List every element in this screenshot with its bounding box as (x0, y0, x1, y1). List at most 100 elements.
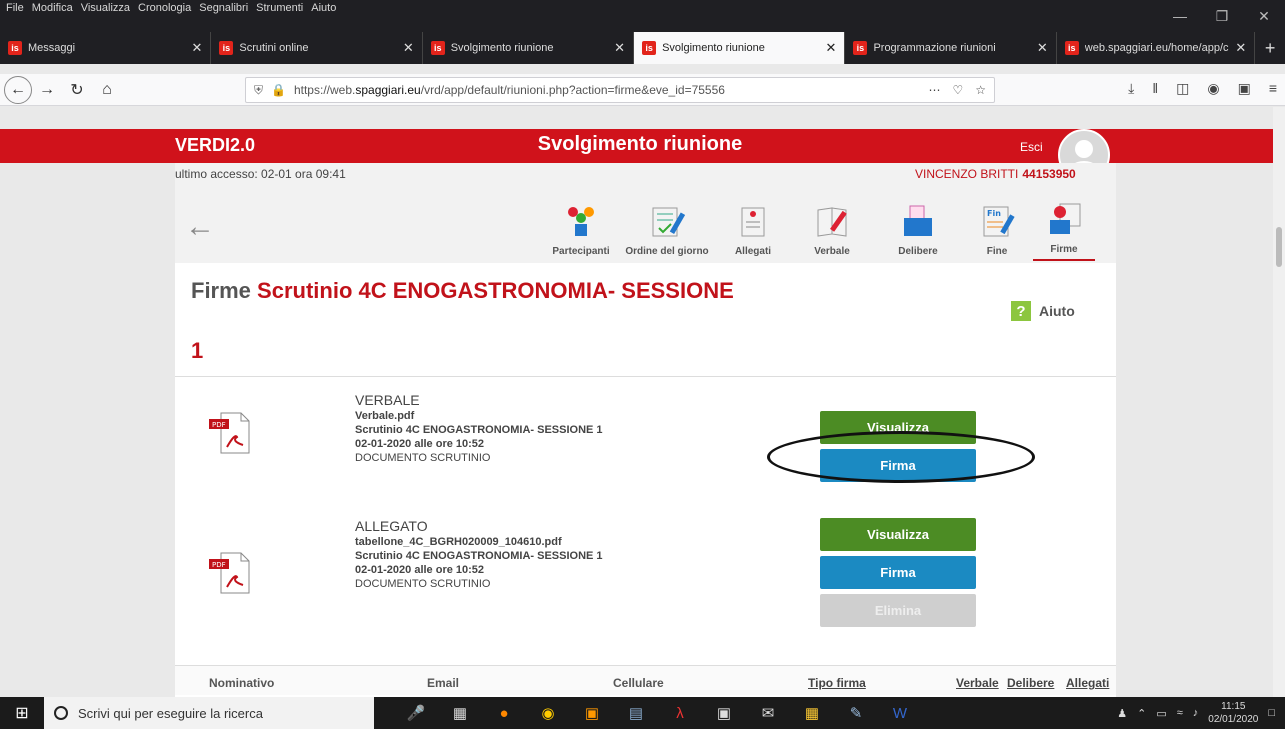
people-icon[interactable]: ♟ (1117, 707, 1127, 720)
nav-allegati[interactable]: Allegati (717, 193, 789, 261)
page-scrollbar[interactable] (1273, 107, 1285, 697)
taskbar-search[interactable]: Scrivi qui per eseguire la ricerca (44, 697, 374, 729)
close-tab-icon[interactable]: ✕ (1037, 40, 1048, 56)
menu-modifica[interactable]: Modifica (32, 2, 73, 14)
page-actions-icon[interactable]: ⋯ (928, 83, 940, 97)
battery-icon[interactable]: ▭ (1156, 707, 1166, 720)
acrobat-icon[interactable]: λ (658, 697, 702, 729)
document-info: ALLEGATO tabellone_4C_BGRH020009_104610.… (355, 519, 603, 591)
tracking-shield-icon[interactable]: ⛨ (254, 83, 263, 98)
close-tab-icon[interactable]: ✕ (826, 40, 837, 56)
image-viewer-icon[interactable]: ▤ (614, 697, 658, 729)
store-icon[interactable]: ▣ (702, 697, 746, 729)
close-tab-icon[interactable]: ✕ (403, 40, 414, 56)
menu-strumenti[interactable]: Strumenti (256, 2, 303, 14)
section-heading: Firme Scrutinio 4C ENOGASTRONOMIA- SESSI… (191, 278, 734, 304)
elimina-button[interactable]: Elimina (820, 594, 976, 627)
paint-icon[interactable]: ✎ (834, 697, 878, 729)
extension-icon[interactable]: ◉ (1207, 80, 1219, 97)
tab-messaggi[interactable]: is Messaggi ✕ (0, 32, 212, 64)
visualizza-button[interactable]: Visualizza (820, 518, 976, 551)
clock-date: 02/01/2020 (1208, 714, 1259, 725)
nav-partecipanti[interactable]: Partecipanti (545, 193, 617, 261)
new-tab-icon[interactable]: + (1255, 32, 1285, 64)
task-view-icon[interactable]: ▦ (438, 697, 482, 729)
file-explorer-icon[interactable]: ▦ (790, 697, 834, 729)
nav-firme[interactable]: Firme (1033, 193, 1095, 261)
nav-label: Delibere (898, 246, 938, 257)
nav-fine[interactable]: Fin Fine (961, 193, 1033, 261)
logout-link[interactable]: Esci (1020, 140, 1043, 154)
pdf-file-icon[interactable]: PDF (207, 411, 255, 455)
library-icon[interactable]: ‖ (1152, 80, 1158, 97)
microphone-icon[interactable]: 🎤 (394, 697, 438, 729)
lock-icon[interactable]: 🔒 (271, 83, 286, 97)
tray-chevron-up-icon[interactable]: ⌃ (1137, 707, 1146, 720)
tab-svolgimento-riunione[interactable]: is Svolgimento riunione ✕ (423, 32, 635, 64)
scrollbar-thumb[interactable] (1276, 227, 1282, 267)
network-icon[interactable]: ≈ (1177, 707, 1183, 719)
tab-title: web.spaggiari.eu/home/app/c (1084, 42, 1229, 54)
home-icon[interactable]: ⌂ (92, 75, 122, 105)
address-bar[interactable]: ⛨ 🔒 https://web.spaggiari.eu/vrd/app/def… (245, 77, 995, 103)
menu-hamburger-icon[interactable]: ≡ (1269, 80, 1277, 97)
document-session: Scrutinio 4C ENOGASTRONOMIA- SESSIONE 1 (355, 424, 603, 436)
attachments-icon (741, 207, 765, 237)
minimize-icon[interactable]: — (1159, 0, 1201, 32)
col-delibere[interactable]: Delibere (1007, 676, 1054, 690)
spaggiari-favicon-icon: is (853, 41, 868, 55)
windows-start-icon[interactable]: ⊞ (0, 697, 44, 729)
close-tab-icon[interactable]: ✕ (1235, 40, 1246, 56)
menu-segnalibri[interactable]: Segnalibri (199, 2, 248, 14)
outlook-icon[interactable]: ▣ (570, 697, 614, 729)
nav-ordine-del-giorno[interactable]: Ordine del giorno (617, 193, 717, 261)
back-arrow-icon[interactable]: ← (4, 75, 32, 104)
back-arrow-icon[interactable]: ← (185, 212, 215, 242)
user-name: VINCENZO BRITTI (915, 167, 1019, 181)
menu-file[interactable]: File (6, 2, 24, 14)
document-date: 02-01-2020 alle ore 10:52 (355, 438, 485, 450)
restore-icon[interactable]: ❐ (1201, 0, 1243, 32)
reload-icon[interactable]: ↻ (62, 75, 92, 105)
tab-programmazione-riunioni[interactable]: is Programmazione riunioni ✕ (845, 32, 1057, 64)
close-tab-icon[interactable]: ✕ (614, 40, 625, 56)
col-tipo-firma[interactable]: Tipo firma (808, 676, 866, 690)
nav-label: Allegati (734, 246, 772, 257)
help-question-icon: ? (1011, 301, 1031, 321)
verdi-logo[interactable]: VERDI2.0 (175, 135, 255, 156)
pocket-icon[interactable]: ♡ (952, 83, 963, 97)
sidebar-icon[interactable]: ◫ (1176, 80, 1189, 97)
col-verbale[interactable]: Verbale (956, 676, 999, 690)
document-category: DOCUMENTO SCRUTINIO (355, 578, 491, 590)
help-link[interactable]: ? Aiuto (1011, 301, 1075, 321)
tab-web-spaggiari-home[interactable]: is web.spaggiari.eu/home/app/c ✕ (1057, 32, 1256, 64)
mail-icon[interactable]: ✉ (746, 697, 790, 729)
notifications-icon[interactable]: □ (1268, 707, 1275, 719)
menu-cronologia[interactable]: Cronologia (138, 2, 191, 14)
chrome-icon[interactable]: ◉ (526, 697, 570, 729)
menu-visualizza[interactable]: Visualizza (81, 2, 130, 14)
clock[interactable]: 11:15 02/01/2020 (1208, 700, 1258, 726)
nav-verbale[interactable]: Verbale (789, 193, 875, 261)
bookmark-star-icon[interactable]: ☆ (975, 83, 986, 97)
menu-list: File Modifica Visualizza Cronologia Segn… (0, 0, 1285, 16)
nav-delibere[interactable]: Delibere (875, 193, 961, 261)
firefox-icon[interactable]: ● (482, 697, 526, 729)
tab-svolgimento-riunione-active[interactable]: is Svolgimento riunione ✕ (634, 32, 846, 64)
cortana-circle-icon (54, 706, 68, 720)
web-page: VERDI2.0 Svolgimento riunione Esci ultim… (0, 107, 1285, 697)
col-allegati[interactable]: Allegati (1066, 676, 1109, 690)
taskbar-search-placeholder: Scrivi qui per eseguire la ricerca (78, 705, 263, 721)
downloads-icon[interactable]: ⤓ (1128, 80, 1134, 97)
tab-scrutini-online[interactable]: is Scrutini online ✕ (211, 32, 423, 64)
close-window-icon[interactable]: ✕ (1243, 0, 1285, 32)
forward-arrow-icon[interactable]: → (32, 75, 62, 105)
close-tab-icon[interactable]: ✕ (191, 40, 202, 56)
word-icon[interactable]: W (878, 697, 922, 729)
volume-icon[interactable]: ♪ (1193, 707, 1199, 719)
pocket-toolbar-icon[interactable]: ▣ (1238, 80, 1251, 97)
document-filename: Verbale.pdf (355, 410, 415, 422)
firma-button[interactable]: Firma (820, 556, 976, 589)
pdf-file-icon[interactable]: PDF (207, 551, 255, 595)
menu-aiuto[interactable]: Aiuto (311, 2, 336, 14)
